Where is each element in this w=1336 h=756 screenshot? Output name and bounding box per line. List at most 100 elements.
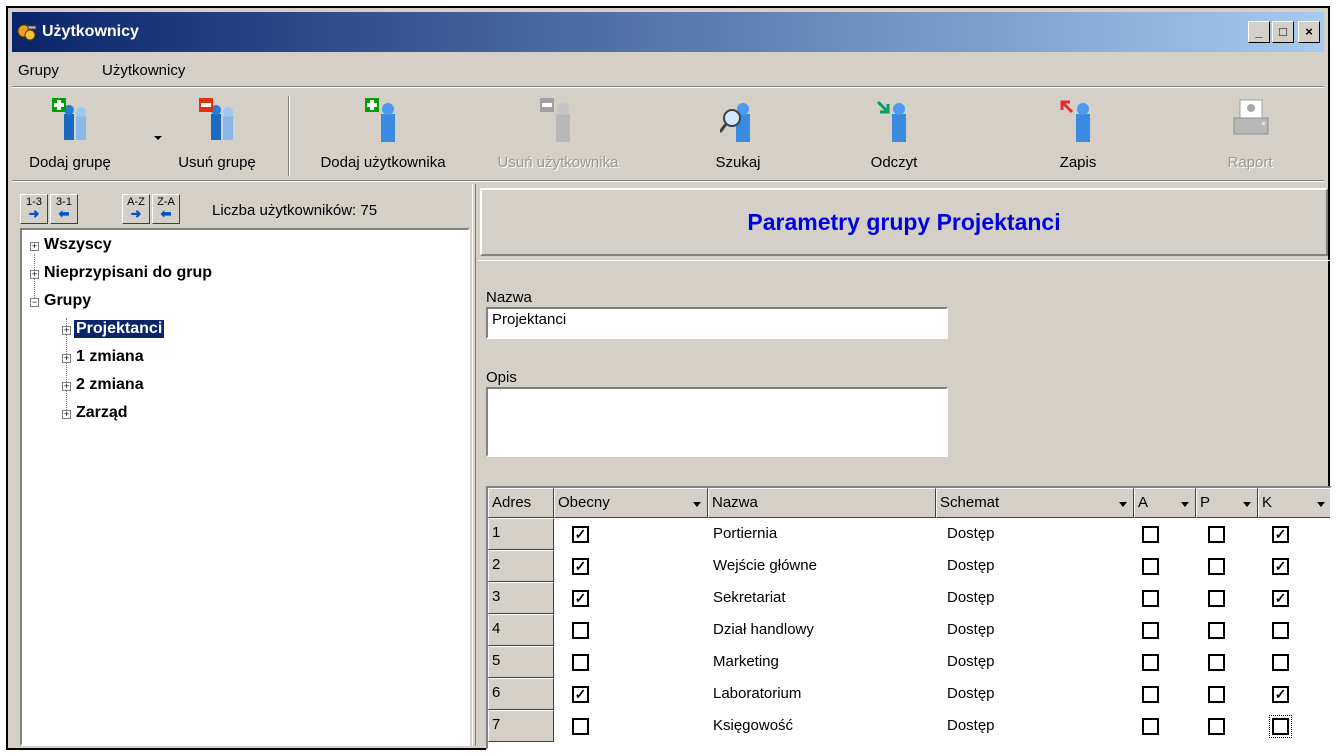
sort-ascending-number-button[interactable]: 1-3 ➜ [20,194,48,224]
dropdown-arrow-icon[interactable] [693,502,701,507]
p-checkbox[interactable] [1208,686,1225,703]
row-address[interactable]: 3 [488,582,554,614]
window-title: Użytkownicy [42,23,139,40]
p-checkbox[interactable] [1208,718,1225,735]
a-checkbox[interactable] [1142,526,1159,543]
search-label: Szukaj [715,154,761,171]
maximize-button[interactable]: □ [1272,21,1294,43]
panel-splitter[interactable] [472,184,476,746]
a-checkbox[interactable] [1142,686,1159,703]
row-name: Laboratorium [713,685,802,702]
obecny-checkbox[interactable]: ✓ [572,526,589,543]
a-checkbox[interactable] [1142,590,1159,607]
col-a-header[interactable]: A [1134,488,1196,518]
expand-icon[interactable]: + [62,410,71,419]
p-checkbox[interactable] [1208,622,1225,639]
sort-a-z-button[interactable]: A-Z ➜ [122,194,150,224]
row-schema[interactable]: Dostęp [944,678,1134,710]
row-name: Wejście główne [713,557,817,574]
row-address[interactable]: 6 [488,678,554,710]
col-nazwa-header[interactable]: Nazwa [708,488,936,518]
read-button[interactable]: Odczyt [844,90,944,180]
group-tree[interactable]: + Wszyscy + Nieprzypisani do grup − Grup… [20,228,470,746]
k-checkbox[interactable]: ✓ [1272,558,1289,575]
tree-item-zarzad[interactable]: Zarząd [76,404,128,422]
col-k-header[interactable]: K [1258,488,1330,518]
access-grid[interactable]: Adres Obecny Nazwa Schemat A P K 1 ✓ Porti… [486,486,1332,750]
report-button[interactable]: Raport [1200,90,1300,180]
close-button[interactable]: × [1298,21,1320,43]
k-checkbox[interactable]: ✓ [1272,590,1289,607]
minimize-button[interactable]: _ [1248,21,1270,43]
menu-uzytkownicy[interactable]: Użytkownicy [102,62,185,79]
obecny-checkbox[interactable]: ✓ [572,558,589,575]
users-window: Użytkownicy _ □ × Grupy Użytkownicy Doda… [6,6,1332,750]
tree-item-groups[interactable]: Grupy [44,292,91,310]
a-checkbox[interactable] [1142,558,1159,575]
k-checkbox[interactable] [1272,622,1289,639]
row-schema[interactable]: Dostęp [944,646,1134,678]
col-adres-header[interactable]: Adres [488,488,554,518]
tree-item-1-zmiana[interactable]: 1 zmiana [76,348,144,366]
tree-item-all[interactable]: Wszyscy [44,236,112,254]
row-address[interactable]: 4 [488,614,554,646]
expand-icon[interactable]: + [62,382,71,391]
tree-item-2-zmiana[interactable]: 2 zmiana [76,376,144,394]
col-p-header[interactable]: P [1196,488,1258,518]
row-schema[interactable]: Dostęp [944,518,1134,550]
expand-icon[interactable]: + [30,242,39,251]
sort-descending-number-button[interactable]: 3-1 ⬅ [50,194,78,224]
dropdown-arrow-icon[interactable] [1243,502,1251,507]
menu-grupy[interactable]: Grupy [18,62,59,79]
name-field[interactable]: Projektanci [486,307,948,339]
row-address[interactable]: 5 [488,646,554,678]
k-checkbox[interactable]: ✓ [1272,686,1289,703]
k-checkbox[interactable] [1269,715,1292,738]
add-group-button[interactable]: Dodaj grupę [12,90,128,180]
toolbar-bottom-separator [12,180,1324,182]
row-schema[interactable]: Dostęp [944,614,1134,646]
tree-item-projektanci[interactable]: Projektanci [74,320,165,338]
row-schema[interactable]: Dostęp [944,582,1134,614]
col-schemat-header[interactable]: Schemat [936,488,1134,518]
obecny-checkbox[interactable]: ✓ [572,686,589,703]
obecny-checkbox[interactable]: ✓ [572,590,589,607]
sort-z-a-button[interactable]: Z-A ⬅ [152,194,180,224]
obecny-checkbox[interactable] [572,654,589,671]
add-user-button[interactable]: Dodaj użytkownika [294,90,472,180]
toolbar-separator [288,96,290,176]
expand-icon[interactable]: + [62,326,71,335]
title-bar[interactable]: Użytkownicy _ □ × [12,12,1324,52]
add-group-dropdown-icon[interactable] [154,136,162,140]
p-checkbox[interactable] [1208,526,1225,543]
a-checkbox[interactable] [1142,622,1159,639]
dropdown-arrow-icon[interactable] [1119,502,1127,507]
description-field[interactable] [486,387,948,457]
expand-icon[interactable]: + [62,354,71,363]
p-checkbox[interactable] [1208,558,1225,575]
save-button[interactable]: Zapis [1028,90,1128,180]
obecny-checkbox[interactable] [572,718,589,735]
row-address[interactable]: 1 [488,518,554,550]
remove-group-button[interactable]: Usuń grupę [164,90,270,180]
row-schema[interactable]: Dostęp [944,710,1134,742]
row-schema[interactable]: Dostęp [944,550,1134,582]
row-address[interactable]: 2 [488,550,554,582]
p-checkbox[interactable] [1208,590,1225,607]
p-checkbox[interactable] [1208,654,1225,671]
expand-icon[interactable]: + [30,270,39,279]
dropdown-arrow-icon[interactable] [1317,502,1325,507]
collapse-icon[interactable]: − [30,298,39,307]
a-checkbox[interactable] [1142,718,1159,735]
remove-user-button[interactable]: Usuń użytkownika [474,90,642,180]
dropdown-arrow-icon[interactable] [1181,502,1189,507]
tree-item-unassigned[interactable]: Nieprzypisani do grup [44,264,212,282]
row-address[interactable]: 7 [488,710,554,742]
col-obecny-header[interactable]: Obecny [554,488,708,518]
a-checkbox[interactable] [1142,654,1159,671]
search-button[interactable]: Szukaj [688,90,788,180]
obecny-checkbox[interactable] [572,622,589,639]
save-label: Zapis [1059,154,1097,171]
k-checkbox[interactable]: ✓ [1272,526,1289,543]
k-checkbox[interactable] [1272,654,1289,671]
